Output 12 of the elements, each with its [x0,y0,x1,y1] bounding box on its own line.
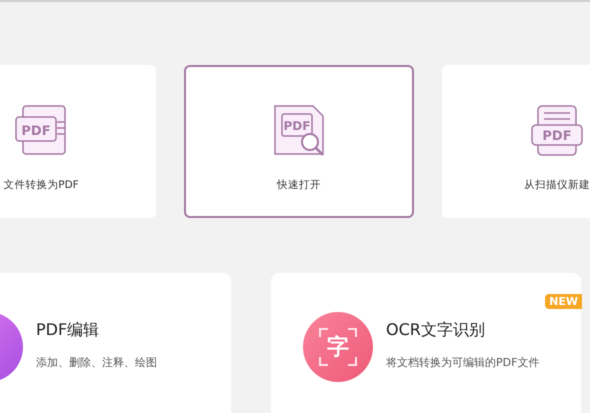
new-badge: NEW [545,294,582,309]
quick-action-card[interactable]: PDF 从扫描仪新建 [442,65,590,218]
feature-description: 将文档转换为可编辑的PDF文件 [386,355,540,370]
feature-card[interactable]: 字 OCR文字识别 将文档转换为可编辑的PDF文件 NEW [271,273,581,413]
text-recognition-icon: 字 [303,312,373,382]
feature-card[interactable]: PDF编辑 添加、删除、注释、绘图 [0,273,231,413]
feature-description: 添加、删除、注释、绘图 [36,355,157,370]
feature-title: PDF编辑 [36,320,100,341]
pdf-search-icon: PDF [273,105,325,157]
quick-action-card[interactable]: PDF 文件转换为PDF [0,65,156,218]
feature-title: OCR文字识别 [386,320,486,341]
quick-action-card[interactable]: PDF 快速打开 [184,65,414,218]
